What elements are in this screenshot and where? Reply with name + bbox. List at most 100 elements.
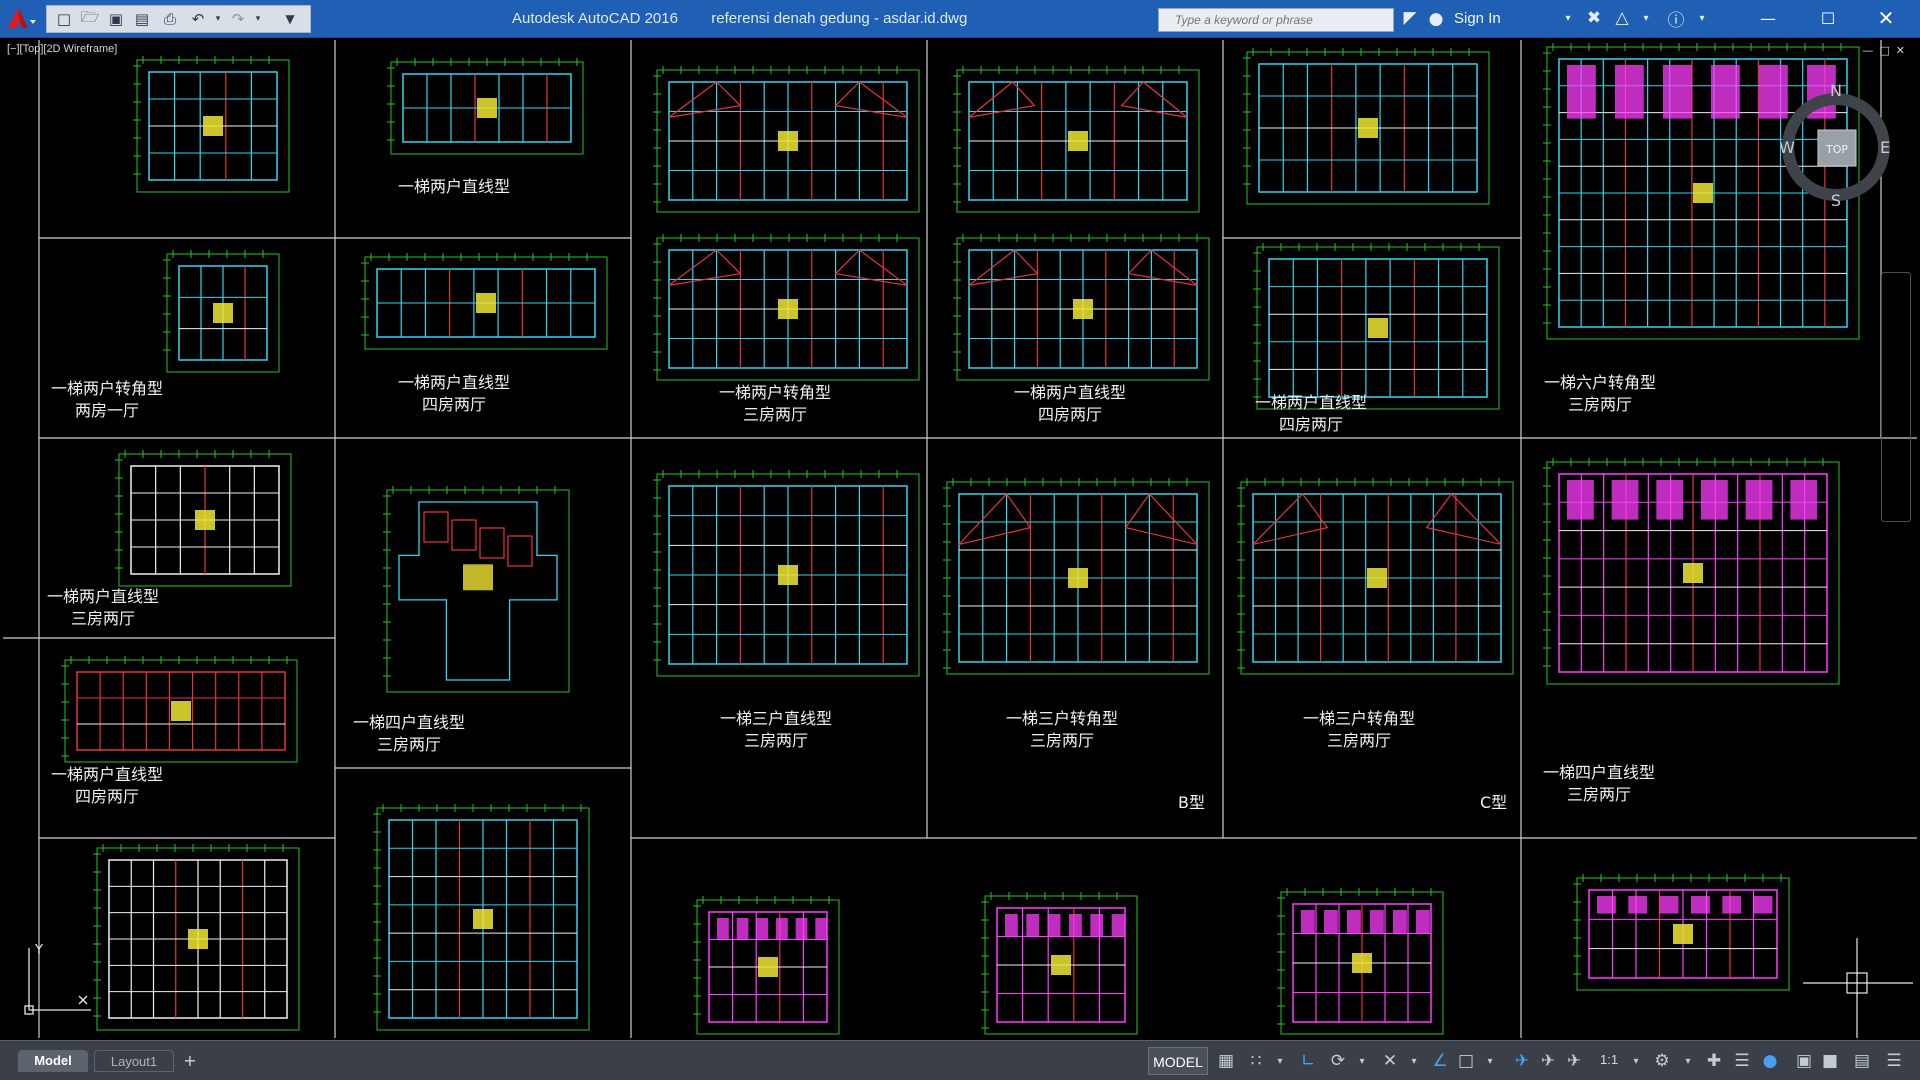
workspace-gear-icon[interactable]: ⚙ (1650, 1049, 1674, 1073)
quick-access-toolbar: □ 🗁 ▣ ▤ ⎙ ↶ ▾ ↷ ▾ ▼ (46, 5, 311, 33)
floor-plan-drawing (93, 844, 300, 1031)
iso-dropdown-icon[interactable]: ▾ (1402, 1049, 1426, 1073)
customization-menu-icon[interactable]: ☰ (1882, 1049, 1906, 1073)
auto-scale-icon[interactable]: ✈ (1536, 1049, 1560, 1073)
plan-label-p9: 一梯两户转角型 三房两厅 (719, 383, 832, 425)
navigation-bar[interactable] (1881, 272, 1911, 522)
type-tag-c: C型 (1480, 793, 1508, 812)
title-bar: □ 🗁 ▣ ▤ ⎙ ↶ ▾ ↷ ▾ ▼ Autodesk AutoCAD 201… (0, 0, 1920, 38)
floor-plan-drawing (1573, 874, 1790, 991)
floor-plan-drawing (953, 66, 1200, 213)
viewcube[interactable]: TOP N S E W (1779, 81, 1891, 212)
plan-label-p6: 一梯六户转角型 三房两厅 (1544, 373, 1657, 415)
floor-plan-drawing (943, 478, 1210, 675)
minimize-button[interactable]: — (1740, 0, 1796, 36)
plan-label-p2: 一梯两户直线型 (398, 177, 511, 196)
clean-screen-icon[interactable]: ▤ (1850, 1049, 1874, 1073)
maximize-button[interactable]: ☐ (1800, 0, 1856, 36)
close-button[interactable]: ✕ (1858, 0, 1914, 36)
floor-plan-drawing (383, 486, 570, 693)
annotation-visibility-icon[interactable]: ✈ (1510, 1049, 1534, 1073)
quick-properties-icon[interactable]: ● (1758, 1049, 1782, 1073)
search-field[interactable] (1158, 8, 1394, 32)
floor-plan-drawing (653, 66, 920, 213)
status-bar: Model Layout1 + MODEL ▦ ∷ ▾ ∟ ⟳ ▾ ✕ ▾ ∠ … (0, 1040, 1920, 1080)
polar-dropdown-icon[interactable]: ▾ (1350, 1049, 1374, 1073)
plan-label-p11: 一梯两户直线型 四房两厅 (1255, 393, 1368, 435)
autocad-logo-button[interactable] (4, 4, 40, 34)
units-icon[interactable]: ☰ (1730, 1049, 1754, 1073)
help-dropdown-icon[interactable]: ▾ (1690, 6, 1714, 30)
floor-plan-drawing (373, 804, 590, 1031)
plan-label-p13: 一梯四户直线型 三房两厅 (353, 713, 466, 755)
svg-text:E: E (1880, 138, 1890, 157)
sign-in-dropdown-icon[interactable]: ▾ (1556, 6, 1580, 30)
redo-dropdown-icon[interactable]: ▾ (247, 9, 269, 29)
exchange-apps-icon[interactable]: ✖ (1582, 6, 1606, 30)
object-snap-tracking-icon[interactable]: ∠ (1428, 1049, 1452, 1073)
autodesk-360-icon[interactable]: △ (1610, 6, 1634, 30)
workspace-dropdown-icon[interactable]: ▾ (1676, 1049, 1700, 1073)
floor-plan-drawing (361, 253, 608, 350)
help-icon[interactable]: ⓘ (1664, 6, 1688, 31)
grid-icon[interactable]: ▦ (1214, 1049, 1238, 1073)
osnap-dropdown-icon[interactable]: ▾ (1478, 1049, 1502, 1073)
isometric-icon[interactable]: ✕ (1378, 1049, 1402, 1073)
plan-label-p8: 一梯两户直线型 四房两厅 (398, 373, 511, 415)
object-snap-icon[interactable]: □ (1454, 1049, 1478, 1073)
tab-model[interactable]: Model (18, 1050, 88, 1072)
ucs-icon: Y (24, 943, 91, 1015)
floor-plan-drawing (1253, 243, 1500, 410)
polar-tracking-icon[interactable]: ⟳ (1326, 1049, 1350, 1073)
window-title: Autodesk AutoCAD 2016 referensi denah ge… (512, 10, 968, 27)
viewcube-face-top: TOP (1825, 143, 1848, 156)
annotation-monitor-icon[interactable]: ✚ (1702, 1049, 1726, 1073)
customize-qat-icon[interactable]: ▼ (279, 9, 301, 29)
plan-label-p16: 一梯三户转角型 三房两厅 (1303, 709, 1416, 751)
viewport-controls-label[interactable]: [−][Top][2D Wireframe] (7, 43, 117, 55)
lock-ui-icon[interactable]: ▣ (1792, 1049, 1816, 1073)
floor-plan-drawing (163, 250, 280, 373)
floor-plan-drawing (693, 896, 840, 1035)
plan-label-p10: 一梯两户直线型 四房两厅 (1014, 383, 1127, 425)
plot-icon[interactable]: ⎙ (159, 9, 181, 29)
floor-plan-drawing (61, 656, 298, 763)
binoculars-icon[interactable]: ◤ (1398, 6, 1422, 30)
snap-icon[interactable]: ∷ (1244, 1049, 1268, 1073)
floor-plan-drawing (387, 58, 584, 155)
a360-dropdown-icon[interactable]: ▾ (1634, 6, 1658, 30)
svg-text:S: S (1831, 191, 1841, 210)
floor-plan-drawing (653, 470, 920, 677)
svg-text:Y: Y (34, 943, 43, 958)
scale-dropdown-icon[interactable]: ▾ (1624, 1049, 1648, 1073)
annotation-scale-icon[interactable]: ✈ (1562, 1049, 1586, 1073)
ortho-icon[interactable]: ∟ (1296, 1049, 1320, 1073)
plan-label-p17: 一梯四户直线型 三房两厅 (1543, 763, 1656, 805)
redo-icon[interactable]: ↷ (227, 9, 249, 29)
drawing-viewport[interactable]: [−][Top][2D Wireframe] —□✕ 一梯两户直线型 一梯六户转… (3, 38, 1917, 1040)
user-icon: ● (1428, 9, 1444, 29)
snap-dropdown-icon[interactable]: ▾ (1268, 1049, 1292, 1073)
plan-label-p15: 一梯三户转角型 三房两厅 (1006, 709, 1119, 751)
add-layout-button[interactable]: + (180, 1051, 200, 1071)
annotation-scale-value[interactable]: 1:1 (1600, 1052, 1618, 1067)
save-icon[interactable]: ▣ (105, 9, 127, 29)
plan-label-p18: 一梯两户直线型 四房两厅 (51, 765, 164, 807)
isolate-objects-icon[interactable]: ■ (1818, 1049, 1842, 1073)
save-as-icon[interactable]: ▤ (131, 9, 153, 29)
model-space-button[interactable]: MODEL (1148, 1047, 1208, 1075)
viewport-window-controls[interactable]: —□✕ (1862, 44, 1911, 57)
crosshair-cursor (1803, 938, 1913, 1038)
plan-label-p12: 一梯两户直线型 三房两厅 (47, 587, 160, 629)
tab-layout1[interactable]: Layout1 (94, 1050, 174, 1072)
undo-icon[interactable]: ↶ (187, 9, 209, 29)
undo-dropdown-icon[interactable]: ▾ (207, 9, 229, 29)
floor-plan-drawing (115, 450, 292, 587)
floor-plan-drawing (1243, 48, 1490, 205)
open-folder-icon[interactable]: 🗁 (79, 8, 101, 29)
search-input[interactable] (1175, 11, 1390, 29)
floor-plan-drawing (953, 234, 1210, 381)
plan-label-p7: 一梯两户转角型 两房一厅 (51, 379, 164, 421)
sign-in-button[interactable]: Sign In (1454, 10, 1501, 27)
new-file-icon[interactable]: □ (53, 9, 75, 29)
